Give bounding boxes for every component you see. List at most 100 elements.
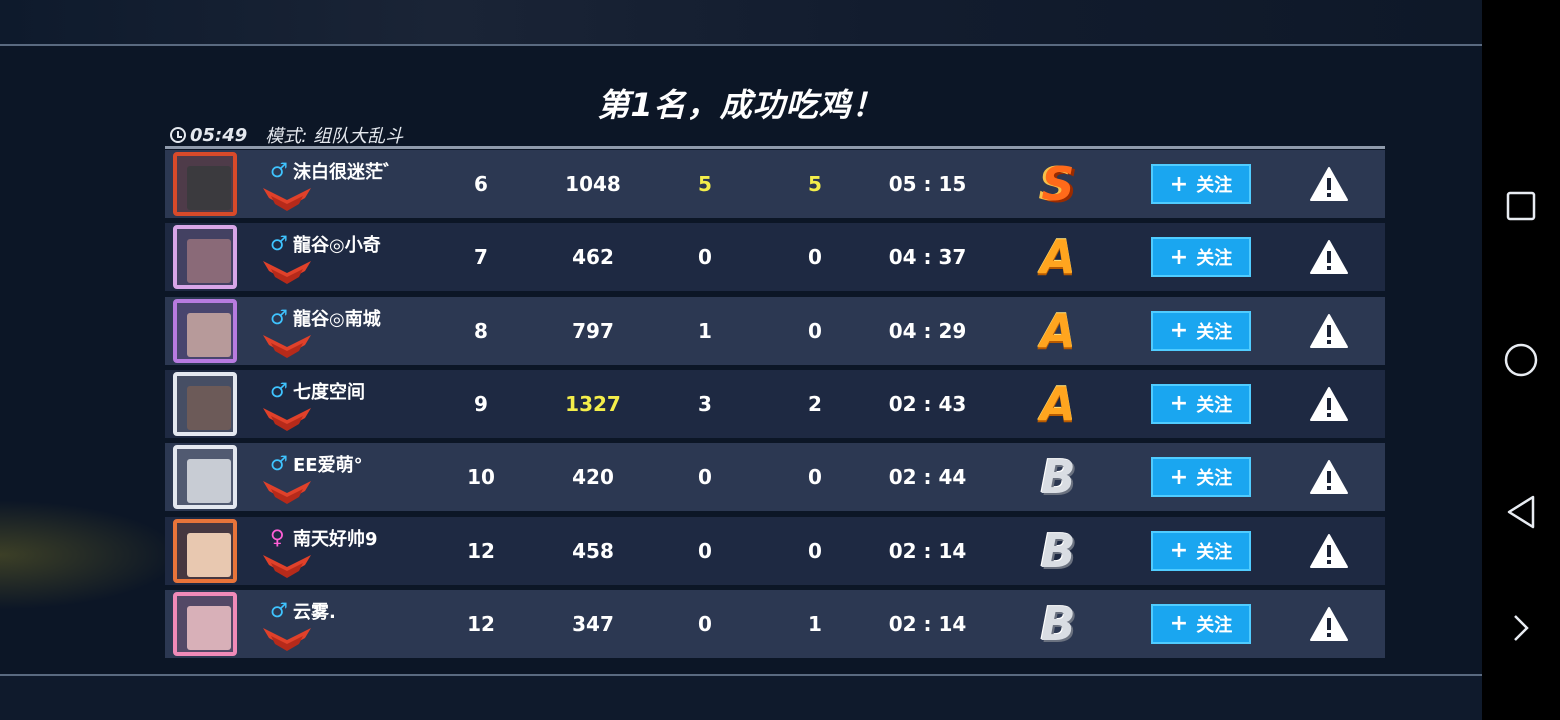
- player-level: 9: [474, 391, 488, 416]
- report-button[interactable]: [1307, 604, 1351, 644]
- rank-badge-icon: [263, 554, 311, 578]
- triangle-back-icon[interactable]: [1482, 482, 1560, 542]
- plus-icon: +: [1169, 391, 1189, 417]
- rank-badge-icon: [263, 481, 311, 505]
- player-level: 10: [467, 465, 495, 490]
- report-button[interactable]: [1307, 311, 1351, 351]
- player-name: 龍谷◎小奇: [293, 235, 381, 257]
- report-button[interactable]: [1307, 457, 1351, 497]
- match-time: 05:49: [190, 124, 248, 146]
- gender-icon: ♀: [270, 524, 285, 549]
- report-button[interactable]: [1307, 531, 1351, 571]
- player-assists: 0: [808, 538, 822, 563]
- avatar-image: [187, 605, 231, 650]
- follow-button[interactable]: + 关注: [1151, 603, 1251, 644]
- gender-icon: ♂: [270, 597, 288, 622]
- rank-badge-icon: [263, 334, 311, 358]
- report-button[interactable]: [1307, 384, 1351, 424]
- player-name: 七度空间: [293, 381, 365, 403]
- grade-badge: B: [1040, 523, 1076, 578]
- table-row: ♂ 龍谷◎小奇 7 462 0 0 04 : 37 A + 关注: [165, 223, 1385, 292]
- player-assists: 5: [808, 172, 822, 196]
- player-level: 12: [467, 538, 495, 563]
- player-name: EE爱萌°: [293, 455, 363, 477]
- table-row: ♂ 龍谷◎南城 8 797 1 0 04 : 29 A + 关注: [165, 296, 1385, 365]
- match-meta: 05:49 模式: 组队大乱斗: [170, 124, 404, 147]
- player-kills: 0: [698, 611, 712, 636]
- avatar[interactable]: [173, 591, 237, 656]
- follow-button[interactable]: + 关注: [1151, 457, 1251, 498]
- player-score: 347: [572, 611, 614, 636]
- clock-icon: [170, 127, 186, 143]
- player-name: 龍谷◎南城: [293, 308, 381, 330]
- report-button[interactable]: [1307, 164, 1351, 204]
- follow-button[interactable]: + 关注: [1151, 310, 1251, 351]
- player-score: 1327: [565, 391, 621, 416]
- follow-label: 关注: [1196, 394, 1233, 416]
- warning-icon: [1310, 167, 1348, 201]
- player-kills: 3: [698, 391, 712, 416]
- avatar-image: [187, 532, 231, 577]
- warning-icon: [1310, 386, 1348, 421]
- rank-badge-icon: [263, 407, 311, 431]
- player-score: 797: [572, 318, 614, 343]
- warning-icon: [1310, 313, 1348, 348]
- avatar[interactable]: [173, 518, 237, 583]
- system-nav-bar: [1482, 0, 1560, 720]
- match-mode: 模式: 组队大乱斗: [265, 126, 404, 147]
- plus-icon: +: [1169, 318, 1189, 344]
- player-kills: 0: [698, 245, 712, 270]
- player-kills: 0: [698, 465, 712, 490]
- follow-button[interactable]: + 关注: [1151, 530, 1251, 571]
- grade-badge: A: [1040, 376, 1076, 431]
- survival-time: 02 : 43: [888, 391, 967, 416]
- avatar[interactable]: [173, 225, 237, 290]
- report-button[interactable]: [1307, 237, 1351, 277]
- background-glow: [0, 500, 180, 610]
- avatar-image: [187, 239, 231, 284]
- avatar-image: [187, 385, 231, 430]
- player-score: 462: [572, 245, 614, 270]
- warning-icon: [1310, 533, 1348, 568]
- chevron-right-icon[interactable]: [1482, 598, 1560, 658]
- player-name: 沫白很迷茫゛: [293, 162, 401, 183]
- gender-icon: ♂: [270, 304, 288, 329]
- circle-home-icon[interactable]: [1482, 330, 1560, 390]
- avatar[interactable]: [173, 371, 237, 436]
- table-row: ♂ 云雾. 12 347 0 1 02 : 14 B + 关注: [165, 589, 1385, 658]
- survival-time: 02 : 14: [888, 611, 967, 636]
- player-assists: 0: [808, 245, 822, 270]
- player-score: 1048: [565, 172, 621, 196]
- survival-time: 02 : 44: [888, 465, 967, 490]
- player-kills: 1: [698, 318, 712, 343]
- survival-time: 02 : 14: [888, 538, 967, 563]
- gender-icon: ♂: [270, 231, 288, 256]
- follow-button[interactable]: + 关注: [1151, 383, 1251, 424]
- player-level: 6: [474, 172, 488, 196]
- avatar[interactable]: [173, 445, 237, 510]
- table-top-divider: [165, 146, 1385, 149]
- survival-time: 05 : 15: [888, 172, 967, 196]
- player-level: 7: [474, 245, 488, 270]
- gender-icon: ♂: [270, 377, 288, 402]
- follow-label: 关注: [1196, 175, 1233, 196]
- avatar[interactable]: [173, 298, 237, 363]
- follow-label: 关注: [1196, 541, 1233, 563]
- player-name: 南天好帅9: [293, 528, 378, 550]
- avatar-image: [187, 459, 231, 504]
- top-banner: [0, 0, 1482, 44]
- square-recents-icon[interactable]: [1482, 176, 1560, 236]
- avatar-image: [187, 312, 231, 357]
- survival-time: 04 : 29: [888, 318, 967, 343]
- rank-badge-icon: [263, 261, 311, 285]
- gender-icon: ♂: [270, 451, 288, 476]
- warning-icon: [1310, 240, 1348, 275]
- follow-button[interactable]: + 关注: [1151, 164, 1251, 204]
- avatar[interactable]: [173, 152, 237, 216]
- survival-time: 04 : 37: [888, 245, 967, 270]
- follow-label: 关注: [1196, 321, 1233, 343]
- follow-button[interactable]: + 关注: [1151, 237, 1251, 278]
- grade-badge: A: [1040, 303, 1076, 358]
- follow-label: 关注: [1196, 468, 1233, 490]
- player-assists: 2: [808, 391, 822, 416]
